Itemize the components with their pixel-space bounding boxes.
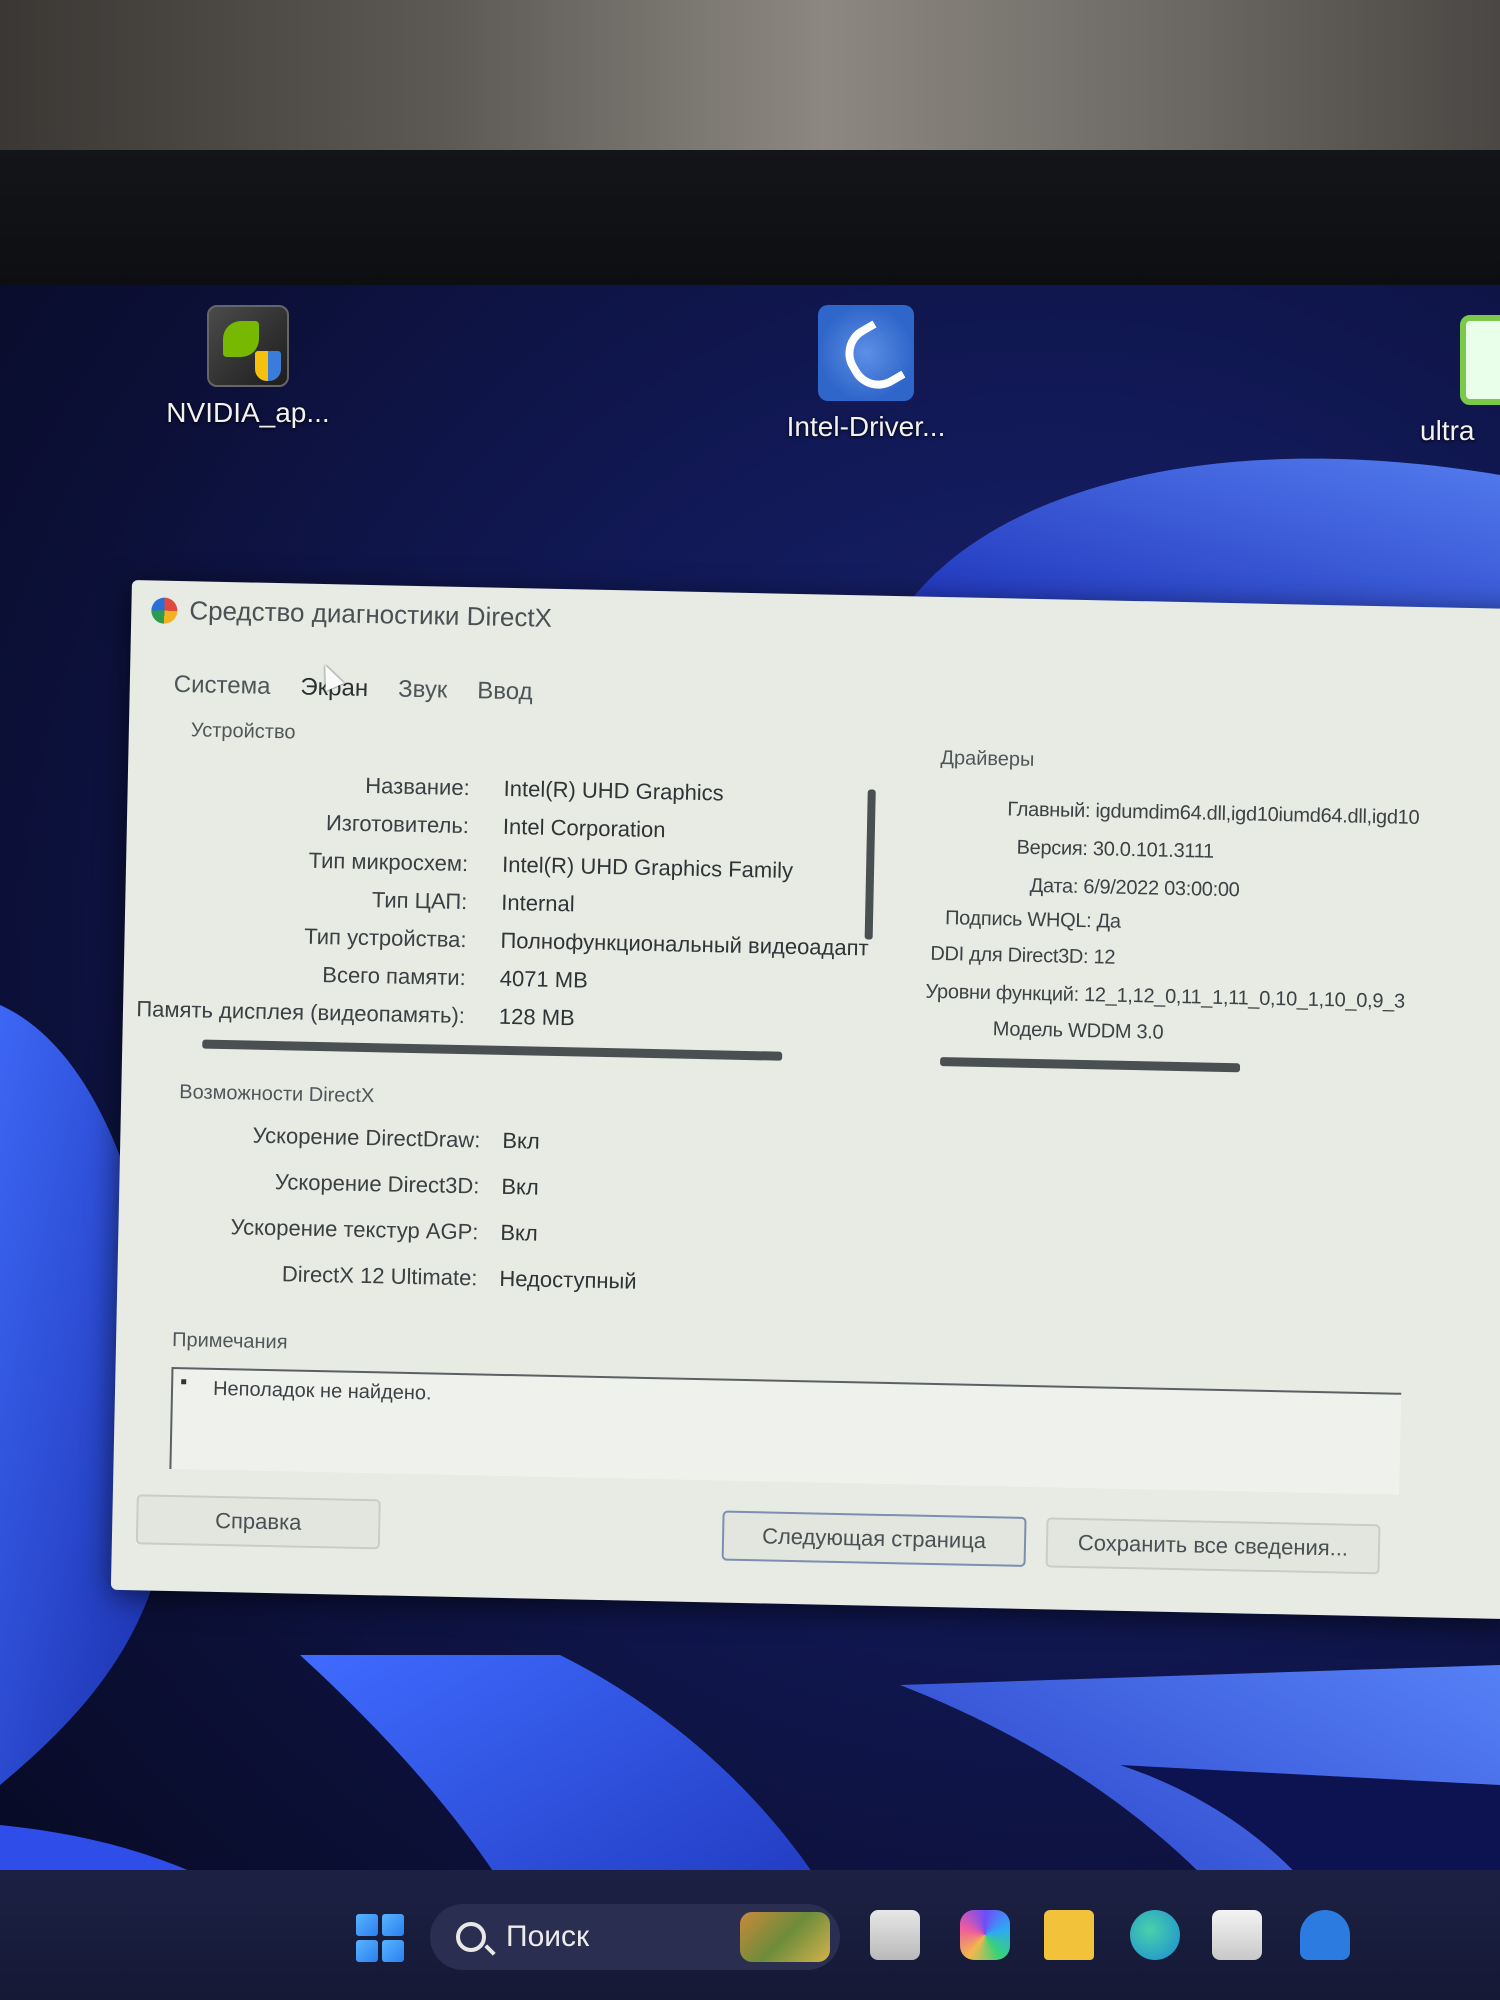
drivers-horizontal-scrollbar[interactable] [939, 1057, 1241, 1073]
app-shortcut-icon [1460, 315, 1500, 405]
driver-whql[interactable]: Подпись WHQL: Да [945, 907, 1121, 934]
notes-group-label: Примечания [171, 1329, 288, 1354]
field-value[interactable]: Intel Corporation [503, 814, 666, 843]
search-icon [456, 1922, 486, 1952]
cap-direct3d: Ускорение Direct3D: Вкл [179, 1167, 539, 1207]
intel-driver-assistant-icon [818, 305, 914, 401]
notes-text: Неполадок не найдено. [212, 1377, 432, 1405]
desktop-icon-intel-driver[interactable]: Intel-Driver... [766, 305, 966, 443]
field-value[interactable]: 128 MB [499, 1004, 575, 1032]
driver-date[interactable]: Дата: 6/9/2022 03:00:00 [1030, 875, 1240, 902]
app-taskbar-icon[interactable] [1300, 1910, 1350, 1960]
next-page-button[interactable]: Следующая страница [721, 1510, 1027, 1567]
taskbar-search-box[interactable]: Поиск [430, 1904, 840, 1970]
directx-icon [151, 596, 178, 624]
tab-input[interactable]: Ввод [473, 675, 537, 708]
window-title-bar: Средство диагностики DirectX [151, 594, 552, 633]
cap-agp-texture: Ускорение текстур AGP: Вкл [178, 1213, 538, 1253]
driver-main[interactable]: Главный: igdumdim64.dll,igd10iumd64.dll,… [1007, 798, 1419, 830]
field-value[interactable]: 4071 MB [499, 966, 588, 994]
cap-dx12-ultimate: DirectX 12 Ultimate: Недоступный [177, 1259, 637, 1299]
cap-label: Ускорение Direct3D: [274, 1169, 480, 1199]
search-highlight-icon [740, 1912, 830, 1962]
field-value[interactable]: Internal [501, 890, 575, 918]
drivers-group-label: Драйверы [940, 746, 1035, 771]
driver-wddm-model[interactable]: Модель WDDM 3.0 [993, 1018, 1164, 1045]
file-explorer-icon[interactable] [1044, 1910, 1094, 1960]
tab-system[interactable]: Система [169, 669, 274, 703]
edge-browser-icon[interactable] [1130, 1910, 1180, 1960]
field-value[interactable]: Intel(R) UHD Graphics [503, 776, 724, 807]
field-label: Тип ЦАП: [371, 887, 468, 915]
field-label: Изготовитель: [325, 810, 470, 839]
device-panel: Название: Intel(R) UHD Graphics Изготови… [136, 769, 898, 1084]
cap-value: Вкл [502, 1127, 540, 1154]
tab-sound[interactable]: Звук [394, 674, 452, 707]
cap-value: Вкл [500, 1219, 539, 1246]
dxdiag-window: Средство диагностики DirectX Система Экр… [110, 580, 1500, 1620]
windows-start-icon[interactable] [356, 1914, 404, 1962]
copilot-icon[interactable] [960, 1910, 1010, 1960]
directx-caps-group-label: Возможности DirectX [179, 1081, 375, 1108]
help-button[interactable]: Справка [135, 1494, 381, 1550]
field-label: Тип микросхем: [308, 847, 469, 877]
driver-version[interactable]: Версия: 30.0.101.3111 [1016, 837, 1214, 864]
cap-label: Ускорение DirectDraw: [252, 1122, 481, 1153]
desktop-icon-ultra[interactable]: ultra [1420, 315, 1500, 447]
cap-value: Вкл [501, 1173, 540, 1200]
desktop-icon-nvidia[interactable]: NVIDIA_ap... [148, 305, 348, 429]
device-group-label: Устройство [190, 719, 296, 744]
save-all-info-button[interactable]: Сохранить все сведения... [1045, 1517, 1381, 1575]
driver-feature-levels[interactable]: Уровни функций: 12_1,12_0,11_1,11_0,10_1… [925, 981, 1405, 1014]
field-label: Память дисплея (видеопамять): [136, 996, 466, 1029]
field-label: Тип устройства: [304, 923, 467, 953]
desktop-icon-label: ultra [1420, 415, 1475, 446]
monitor-bezel [0, 150, 1500, 290]
taskbar: Поиск [0, 1870, 1500, 2000]
field-label: Название: [365, 772, 470, 801]
field-label: Всего памяти: [322, 962, 467, 991]
desktop-icon-label: NVIDIA_ap... [166, 397, 330, 428]
cap-label: DirectX 12 Ultimate: [281, 1261, 478, 1291]
store-icon[interactable] [1212, 1910, 1262, 1960]
driver-ddi[interactable]: DDI для Direct3D: 12 [930, 943, 1115, 970]
tab-strip: Система Экран Звук Ввод [169, 669, 536, 709]
desktop-icon-label: Intel-Driver... [786, 411, 946, 442]
cap-label: Ускорение текстур AGP: [230, 1214, 479, 1245]
room-wall [0, 0, 1500, 160]
bullet-icon [181, 1379, 187, 1385]
cap-value: Недоступный [499, 1265, 637, 1294]
search-label: Поиск [506, 1920, 590, 1953]
nvidia-installer-icon [207, 305, 289, 387]
task-view-icon[interactable] [870, 1910, 920, 1960]
field-value[interactable]: Intel(R) UHD Graphics Family [502, 852, 793, 884]
window-title: Средство диагностики DirectX [189, 595, 553, 633]
notes-textbox[interactable]: Неполадок не найдено. [169, 1367, 1402, 1495]
cap-directdraw: Ускорение DirectDraw: Вкл [180, 1121, 540, 1161]
